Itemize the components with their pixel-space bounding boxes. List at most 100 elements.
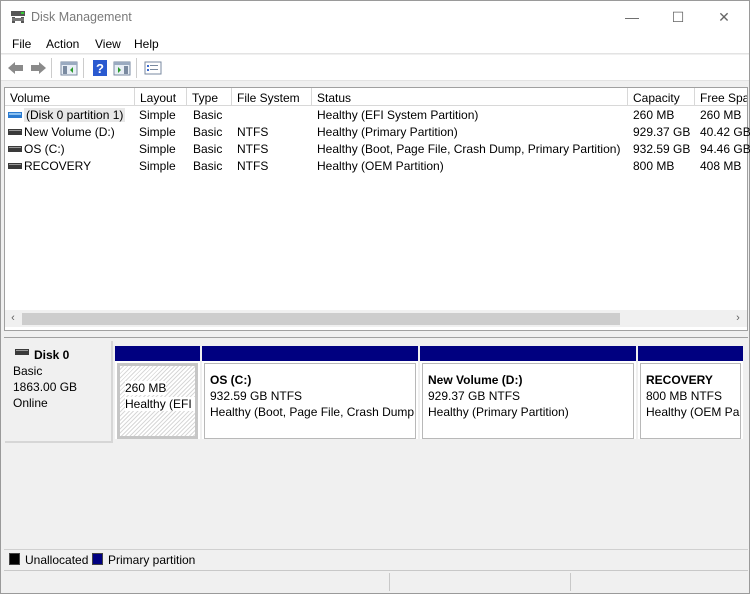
partition-size: 800 MB NTFS [646,389,723,403]
column-header-status[interactable]: Status [312,88,628,106]
status-bar [4,570,748,592]
disk-0-label[interactable]: Disk 0 Basic 1863.00 GB Online [5,341,113,443]
column-header-type[interactable]: Type [187,88,232,106]
toolbar: ? [1,55,749,81]
partition-body: New Volume (D:) 929.37 GB NTFS Healthy (… [422,363,634,439]
show-hide-action-pane-icon[interactable] [113,59,131,77]
volume-row[interactable]: (Disk 0 partition 1) Simple Basic Health… [5,107,747,124]
disk-name: Disk 0 [34,348,70,362]
volume-free-space: 408 MB [700,159,742,173]
scroll-left-icon[interactable]: ‹ [5,311,21,326]
menu-help[interactable]: Help [134,37,159,51]
volume-name: New Volume (D:) [24,125,115,139]
partition-size: 260 MB [125,381,167,395]
volume-layout: Simple [139,108,176,122]
partition-title: RECOVERY [646,373,713,387]
help-icon[interactable]: ? [91,59,109,77]
volume-status: Healthy (EFI System Partition) [317,108,479,122]
column-header-file-system[interactable]: File System [232,88,312,106]
volume-capacity: 932.59 GB [633,142,691,156]
partition-size: 929.37 GB NTFS [428,389,521,403]
volume-name: RECOVERY [24,159,92,173]
volume-drive-icon [8,129,22,135]
primary-partition-bar [115,346,200,361]
toolbar-separator [51,58,52,78]
window-title: Disk Management [31,10,132,24]
volume-type: Basic [193,108,223,122]
partition-status: Healthy (OEM Par [646,405,741,419]
partition-title: OS (C:) [210,373,252,387]
partition-title: New Volume (D:) [428,373,523,387]
close-button[interactable]: ✕ [701,1,747,33]
primary-partition-bar [202,346,418,361]
volume-capacity: 260 MB [633,108,675,122]
volume-free-space: 94.46 GB [700,142,750,156]
column-header-layout[interactable]: Layout [135,88,187,106]
column-header-capacity[interactable]: Capacity [628,88,695,106]
primary-partition-bar [638,346,743,361]
volume-capacity: 929.37 GB [633,125,691,139]
disk-size: 1863.00 GB [13,380,78,394]
legend-primary-partition: Primary partition [108,553,196,567]
horizontal-scrollbar[interactable]: ‹ › [5,310,747,327]
toolbar-separator [83,58,84,78]
volume-layout: Simple [139,159,176,173]
volume-file-system: NTFS [237,125,269,139]
unallocated-swatch [9,553,20,565]
maximize-button[interactable]: ☐ [655,1,701,33]
volume-row[interactable]: New Volume (D:) Simple Basic NTFS Health… [5,124,750,141]
status-bar-divider [570,573,571,591]
volume-type: Basic [193,125,223,139]
partition-status: Healthy (EFI S [125,397,195,411]
properties-icon[interactable] [144,59,162,77]
volume-free-space: 40.42 GB [700,125,750,139]
legend-unallocated: Unallocated [25,553,89,567]
partition-new-volume-d[interactable]: New Volume (D:) 929.37 GB NTFS Healthy (… [420,346,636,439]
primary-partition-bar [420,346,636,361]
volume-list: Volume Layout Type File System Status Ca… [4,87,750,331]
partition-body: RECOVERY 800 MB NTFS Healthy (OEM Par [640,363,741,439]
disk-map-pane: Disk 0 Basic 1863.00 GB Online 260 MB He… [4,337,748,569]
volume-status: Healthy (Primary Partition) [317,125,458,139]
partition-recovery[interactable]: RECOVERY 800 MB NTFS Healthy (OEM Par [638,346,743,439]
disk-type: Basic [13,364,43,378]
menu-view[interactable]: View [95,37,121,51]
status-bar-divider [389,573,390,591]
menu-file[interactable]: File [12,37,31,51]
volume-blue-icon [8,112,22,118]
partition-os-c[interactable]: OS (C:) 932.59 GB NTFS Healthy (Boot, Pa… [202,346,418,439]
back-icon[interactable] [7,59,25,77]
volume-layout: Simple [139,125,176,139]
menu-action[interactable]: Action [46,37,79,51]
show-hide-console-tree-icon[interactable] [60,59,78,77]
disk-icon [15,349,29,355]
svg-text:?: ? [96,61,104,76]
volume-drive-icon [8,163,22,169]
column-header-free-space[interactable]: Free Spa [695,88,747,106]
volume-name: (Disk 0 partition 1) [24,108,126,122]
volume-drive-icon [8,146,22,152]
disk-state: Online [13,396,48,410]
partition-body: 260 MB Healthy (EFI S [117,363,198,439]
column-header-volume[interactable]: Volume [5,88,135,106]
scroll-right-icon[interactable]: › [730,311,746,326]
disk-management-app-icon [11,11,25,23]
scrollbar-thumb[interactable] [22,313,620,325]
partition-body: OS (C:) 932.59 GB NTFS Healthy (Boot, Pa… [204,363,416,439]
volume-row[interactable]: OS (C:) Simple Basic NTFS Healthy (Boot,… [5,141,750,158]
maximize-icon: ☐ [671,8,685,25]
volume-row[interactable]: RECOVERY Simple Basic NTFS Healthy (OEM … [5,158,747,175]
minimize-button[interactable]: — [609,1,655,33]
volume-free-space: 260 MB [700,108,742,122]
partition-size: 932.59 GB NTFS [210,389,303,403]
volume-type: Basic [193,159,223,173]
volume-layout: Simple [139,142,176,156]
legend: Unallocated Primary partition [4,549,748,569]
partition-status: Healthy (Boot, Page File, Crash Dump, [210,405,416,419]
minimize-icon: — [625,9,639,25]
volume-file-system: NTFS [237,159,269,173]
volume-status: Healthy (OEM Partition) [317,159,444,173]
volume-name: OS (C:) [24,142,65,156]
forward-icon[interactable] [29,59,47,77]
partition-efi[interactable]: 260 MB Healthy (EFI S [115,346,200,439]
